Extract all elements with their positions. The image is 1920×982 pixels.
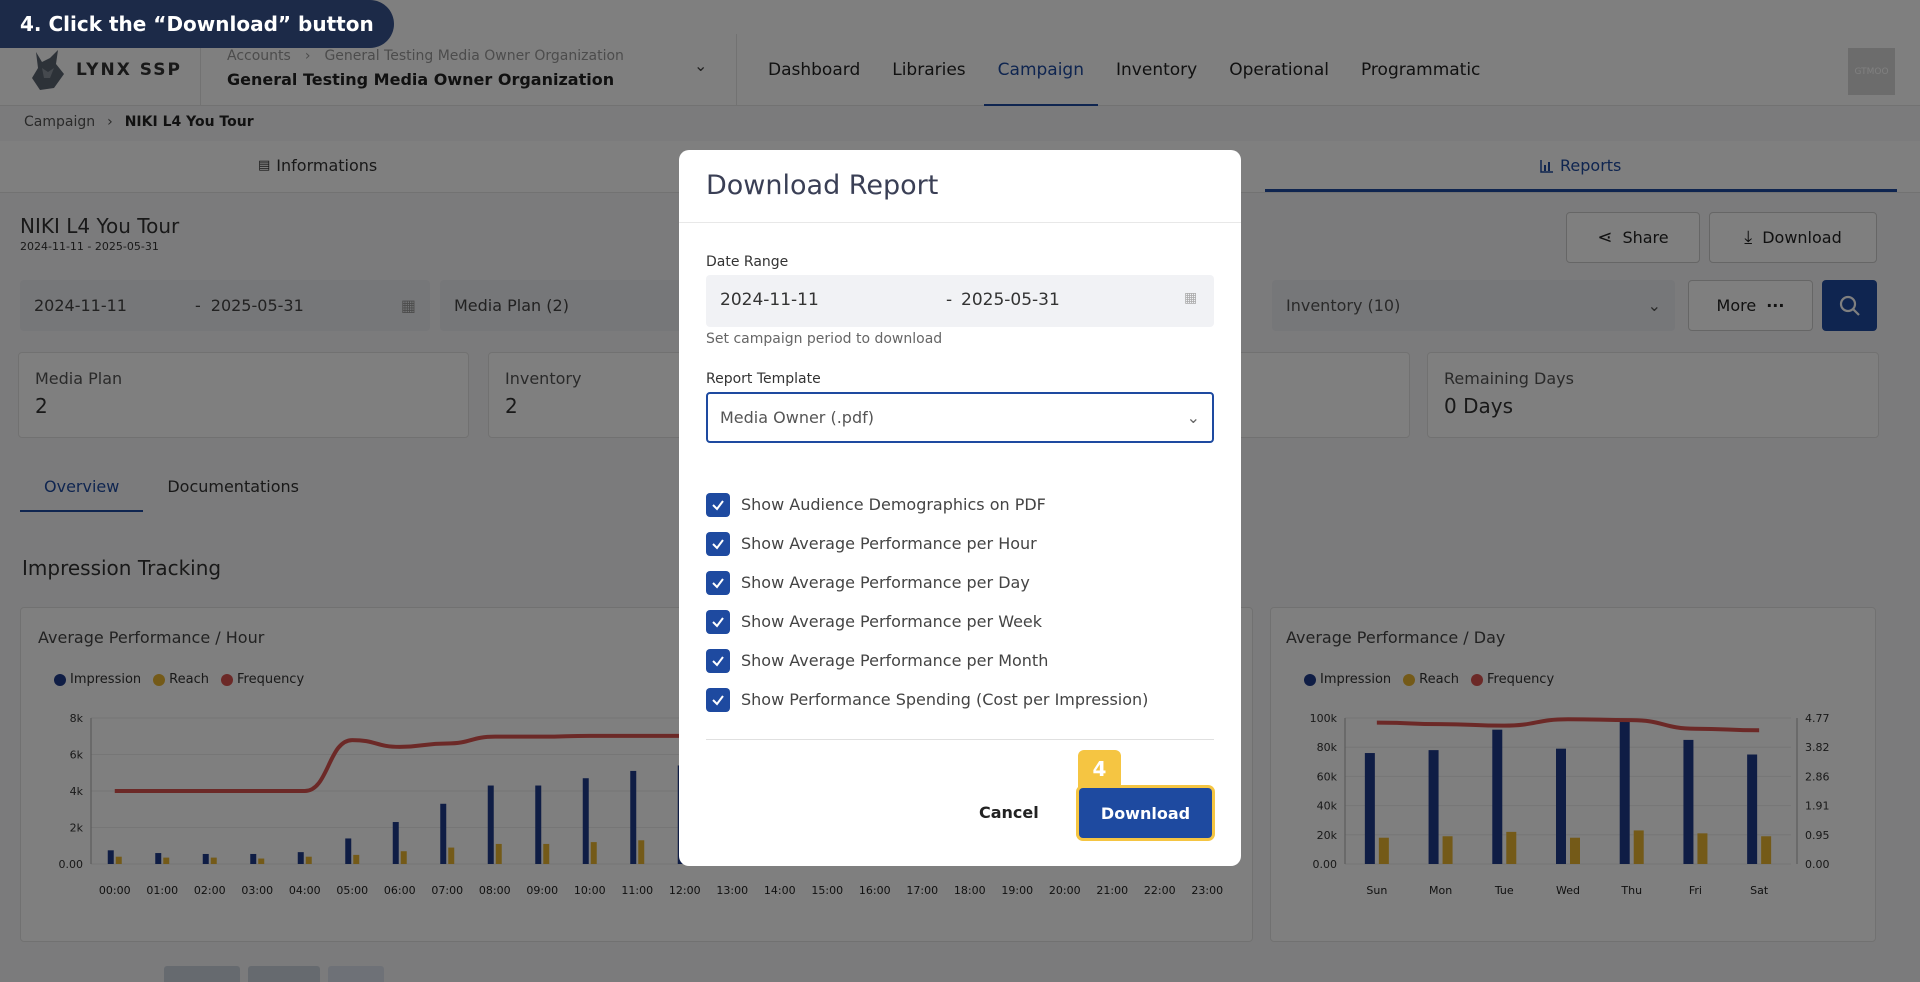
checkbox-label: Show Performance Spending (Cost per Impr… bbox=[741, 690, 1149, 709]
modal-title: Download Report bbox=[706, 170, 939, 201]
report-template-select[interactable]: Media Owner (.pdf) ⌄ bbox=[706, 392, 1214, 443]
checkbox[interactable] bbox=[706, 609, 730, 634]
checkbox-row[interactable]: Show Average Performance per Month bbox=[706, 641, 1148, 680]
download-report-modal: Download Report Date Range 2024-11-11 - … bbox=[679, 150, 1241, 866]
check-icon bbox=[712, 538, 724, 550]
instruction-banner: 4. Click the “Download” button bbox=[0, 0, 394, 48]
check-icon bbox=[712, 577, 724, 589]
checkbox-row[interactable]: Show Average Performance per Day bbox=[706, 563, 1148, 602]
checkbox-row[interactable]: Show Average Performance per Hour bbox=[706, 524, 1148, 563]
checkbox[interactable] bbox=[706, 648, 730, 673]
checkbox-label: Show Average Performance per Week bbox=[741, 612, 1043, 631]
date-range-input[interactable]: 2024-11-11 - 2025-05-31 ▦ bbox=[706, 275, 1214, 327]
divider bbox=[706, 739, 1214, 740]
checkbox-label: Show Average Performance per Month bbox=[741, 651, 1049, 670]
checkbox-list: Show Audience Demographics on PDF Show Av… bbox=[706, 485, 1148, 719]
download-button[interactable]: Download bbox=[1079, 788, 1212, 838]
checkbox-row[interactable]: Show Performance Spending (Cost per Impr… bbox=[706, 680, 1148, 719]
calendar-icon[interactable]: ▦ bbox=[1184, 290, 1197, 306]
checkbox-label: Show Average Performance per Day bbox=[741, 573, 1030, 592]
checkbox-label: Show Average Performance per Hour bbox=[741, 534, 1037, 553]
date-start: 2024-11-11 bbox=[720, 290, 819, 310]
cancel-button[interactable]: Cancel bbox=[979, 803, 1039, 822]
date-help-text: Set campaign period to download bbox=[706, 331, 943, 347]
check-icon bbox=[712, 694, 724, 706]
date-sep: - bbox=[946, 290, 953, 310]
step-badge: 4 bbox=[1078, 750, 1121, 788]
template-value: Media Owner (.pdf) bbox=[720, 408, 874, 427]
checkbox[interactable] bbox=[706, 492, 730, 517]
check-icon bbox=[712, 616, 724, 628]
date-end: 2025-05-31 bbox=[961, 290, 1060, 310]
checkbox-label: Show Audience Demographics on PDF bbox=[741, 495, 1046, 514]
divider bbox=[679, 222, 1241, 223]
template-label: Report Template bbox=[706, 371, 821, 387]
checkbox[interactable] bbox=[706, 687, 730, 712]
check-icon bbox=[712, 499, 724, 511]
checkbox[interactable] bbox=[706, 531, 730, 556]
check-icon bbox=[712, 655, 724, 667]
date-range-label: Date Range bbox=[706, 254, 789, 270]
chevron-down-icon: ⌄ bbox=[1186, 408, 1200, 427]
checkbox-row[interactable]: Show Average Performance per Week bbox=[706, 602, 1148, 641]
checkbox-row[interactable]: Show Audience Demographics on PDF bbox=[706, 485, 1148, 524]
checkbox[interactable] bbox=[706, 570, 730, 595]
